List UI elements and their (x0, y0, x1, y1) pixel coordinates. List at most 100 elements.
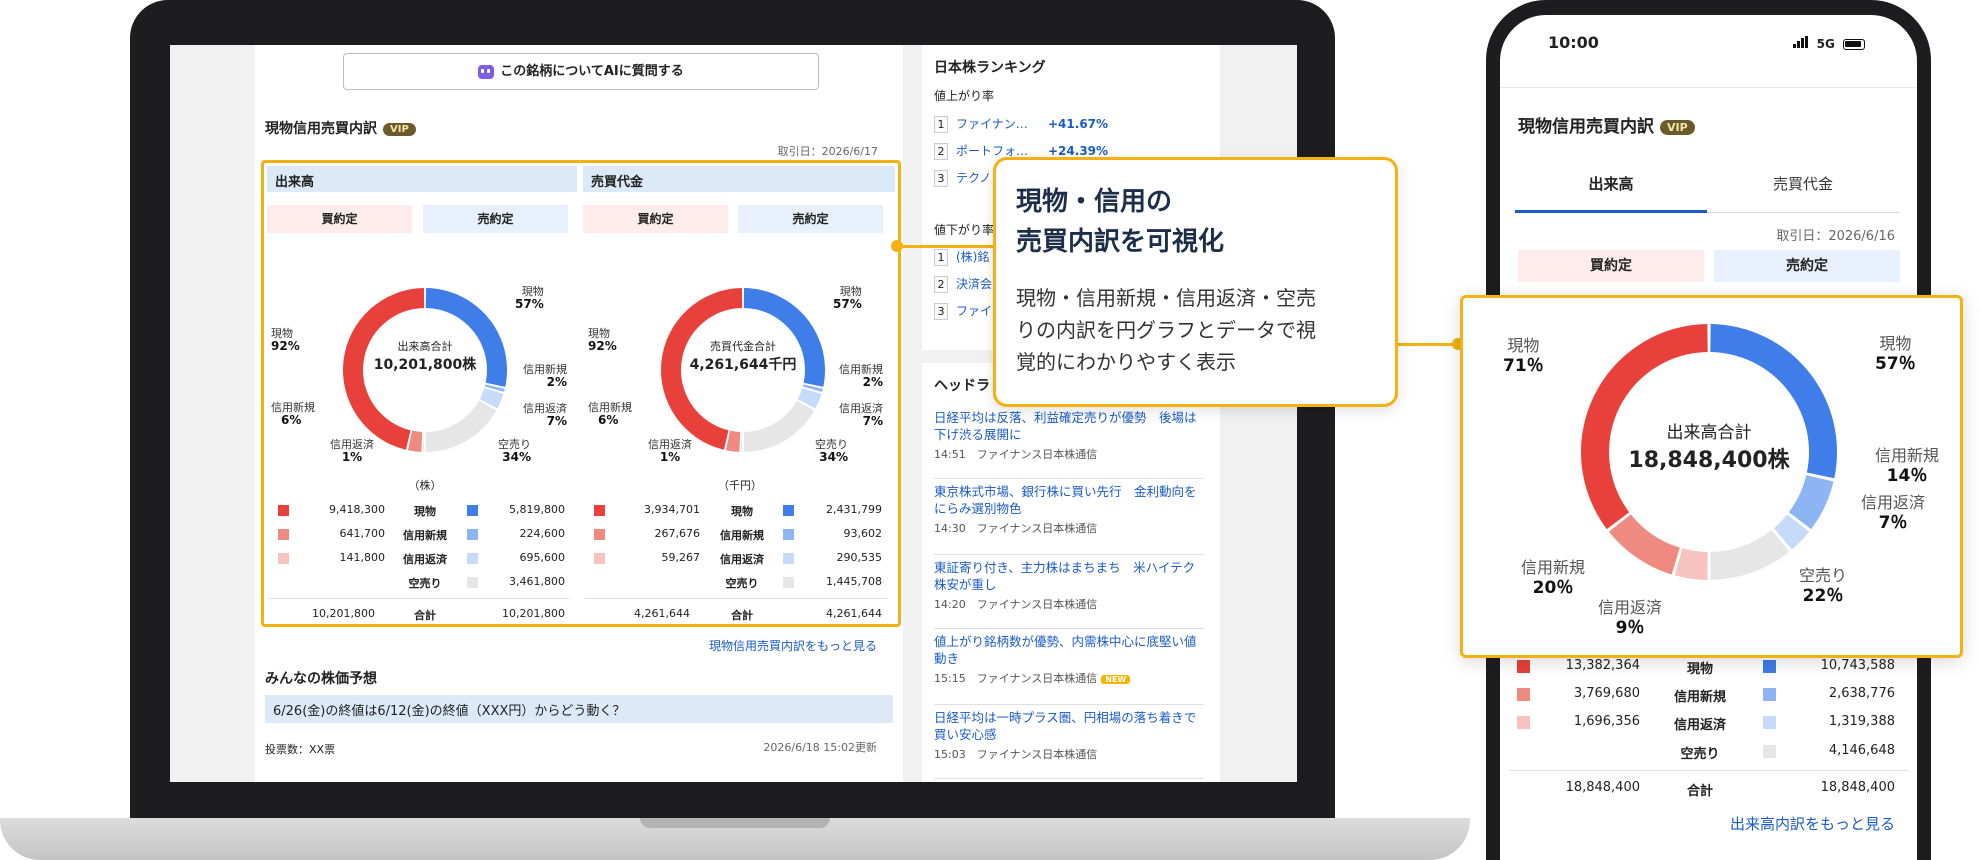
legend-buy-spot (1517, 660, 1530, 673)
legend-sell-repay (783, 553, 794, 564)
headline-item[interactable]: 東京株式市場、銀行株に買い先行 金利動向をにらみ選別物色 14:30 ファイナン… (934, 483, 1204, 555)
phone-row-repay-sell: 1,319,388 (1828, 714, 1895, 729)
value-right-label-spot: 現物 57% (833, 285, 862, 311)
legend-sell-spot (783, 505, 794, 516)
ranking-up-item-3[interactable]: 3 テクノ (934, 169, 991, 187)
volume-total-sell: 10,201,800 (502, 607, 565, 620)
forecast-updated: 2026/6/18 15:02更新 (763, 741, 877, 754)
callout-connector-line (896, 245, 993, 248)
sell-segment-4 (743, 400, 815, 452)
headline-meta: 15:15 ファイナンス日本株通信 NEW (934, 670, 1204, 686)
ranking-down-item-3[interactable]: 3 ファイ (934, 302, 992, 320)
zoom-left-label-spot: 現物 71％ (1503, 336, 1544, 376)
callout-connector-dot (891, 240, 903, 252)
legend-sell-spot (467, 505, 478, 516)
zoom-right-label-repay: 信用返済 7％ (1861, 493, 1926, 533)
phone-tab-value[interactable]: 売買代金 (1707, 173, 1899, 213)
phone-row-short-label: 空売り (1680, 747, 1720, 762)
trade-date: 取引日：2026/6/17 (777, 145, 878, 158)
value-unit: （千円） (718, 479, 762, 492)
value-row-short-sell: 1,445,708 (826, 575, 882, 588)
phone-more-link[interactable]: 出来高内訳をもっと見る (1730, 813, 1895, 834)
ai-question-button[interactable]: この銘柄についてAIに質問する (343, 53, 819, 90)
legend-sell-short (783, 577, 794, 588)
sell-segment-4 (1710, 529, 1790, 580)
ranking-down-label: 値下がり率 (934, 223, 995, 237)
buy-segment-2 (407, 430, 423, 452)
headlines-title: ヘッドラ (934, 378, 990, 394)
callout-body-line2: りの内訳を円グラフとデータで視 (1016, 318, 1316, 342)
value-row-spot-buy: 3,934,701 (644, 503, 700, 516)
vote-count: 投票数：XX票 (265, 743, 336, 756)
value-row-spot-sell: 2,431,799 (826, 503, 882, 516)
breakdown-more-link[interactable]: 現物信用売買内訳をもっと見る (709, 637, 877, 654)
section-title-text: 現物信用売買内訳 (265, 121, 377, 137)
volume-right-label-repay: 信用返済 7% (523, 402, 567, 428)
value-row-short-label: 空売り (725, 577, 759, 590)
vip-badge: VIP (383, 122, 416, 136)
callout-body-line3: 覚的にわかりやすく表示 (1016, 350, 1236, 374)
zoom-left-label-repay: 信用返済 9％ (1598, 598, 1663, 638)
phone-row-new-sell: 2,638,776 (1828, 686, 1895, 701)
headline-text: 東証寄り付き、主力株はまちまち 米ハイテク株安が重し (934, 560, 1196, 592)
value-buy-tab[interactable]: 買約定 (583, 205, 728, 233)
forecast-question[interactable]: 6/26(金)の終値は6/12(金)の終値（XXX円）からどう動く？ (265, 695, 893, 723)
ai-robot-icon (478, 64, 495, 79)
volume-sell-tab[interactable]: 売約定 (423, 205, 568, 233)
ranking-up-item-1[interactable]: 1 ファイナン… +41.67% (934, 115, 1108, 133)
zoom-right-label-spot: 現物 57％ (1875, 334, 1916, 374)
headline-item[interactable]: 日経平均は反落、利益確定売りが優勢 後場は下げ渋る展開に 14:51 ファイナン… (934, 409, 1204, 479)
headline-meta: 14:51 ファイナンス日本株通信 (934, 448, 1098, 461)
volume-right-label-new: 信用新規 2% (523, 363, 567, 389)
value-total-sell: 4,261,644 (826, 607, 882, 620)
callout-body: 現物・信用新規・信用返済・空売 りの内訳を円グラフとデータで視 覚的にわかりやす… (1016, 282, 1316, 378)
status-icons: 5G (1793, 36, 1865, 51)
volume-row-repay-buy: 141,800 (339, 551, 386, 564)
volume-row-spot-label: 現物 (414, 505, 436, 518)
headline-meta: 15:03 ファイナンス日本株通信 (934, 748, 1098, 761)
headline-text: 日経平均は一時プラス圏、円相場の落ち着きで買い安心感 (934, 710, 1197, 742)
value-center-label: 売買代金合計 (710, 340, 776, 353)
legend-buy-new (278, 529, 289, 540)
phone-tab-volume[interactable]: 出来高 (1515, 173, 1707, 213)
phone-section-title: 現物信用売買内訳 VIP (1518, 112, 1695, 137)
phone-buy-tab[interactable]: 買約定 (1518, 250, 1704, 282)
headline-item[interactable]: 値上がり銘柄数が優勢、内需株中心に底堅い値動き 15:15 ファイナンス日本株通… (934, 633, 1204, 705)
vip-badge: VIP (1660, 119, 1695, 135)
value-row-new-label: 信用新規 (720, 529, 764, 542)
volume-right-label-spot: 現物 57% (515, 285, 544, 311)
zoom-right-label-new: 信用新規 14％ (1875, 446, 1940, 486)
value-left-label-spot: 現物 92% (588, 327, 617, 353)
buy-segment-3 (741, 431, 743, 452)
headline-item[interactable]: 東証寄り付き、主力株はまちまち 米ハイテク株安が重し 14:20 ファイナンス日… (934, 559, 1204, 629)
laptop-screen: この銘柄についてAIに質問する 現物信用売買内訳 VIP 取引日：2026/6/1… (170, 45, 1297, 782)
phone-total-buy: 18,848,400 (1565, 780, 1640, 795)
legend-buy-repay (1517, 716, 1530, 729)
volume-left-label-spot: 現物 92% (271, 327, 300, 353)
phone-total-sell: 18,848,400 (1820, 780, 1895, 795)
value-right-label-new: 信用新規 2% (839, 363, 883, 389)
phone-sell-tab[interactable]: 売約定 (1714, 250, 1900, 282)
headline-item[interactable]: 日経平均は一時プラス圏、円相場の落ち着きで買い安心感 15:03 ファイナンス日… (934, 709, 1204, 779)
volume-buy-tab[interactable]: 買約定 (267, 205, 412, 233)
value-row-new-buy: 267,676 (654, 527, 701, 540)
value-sell-tab[interactable]: 売約定 (738, 205, 883, 233)
buy-segment-2 (1608, 514, 1680, 575)
phone-header-divider (1500, 87, 1917, 88)
volume-left-label-new: 信用新規 6% (271, 401, 315, 427)
headlines-panel: ヘッドラ 日経平均は反落、利益確定売りが優勢 後場は下げ渋る展開に 14:51 … (922, 363, 1220, 782)
buy-segment-3 (423, 431, 425, 452)
legend-buy-spot (594, 505, 605, 516)
legend-sell-spot (1763, 660, 1776, 673)
value-row-repay-sell: 290,535 (836, 551, 883, 564)
legend-buy-new (594, 529, 605, 540)
ranking-down-item-1[interactable]: 1 (株)銘 (934, 248, 989, 266)
phone-row-spot-sell: 10,743,588 (1820, 658, 1895, 673)
value-left-label-new: 信用新規 6% (588, 401, 632, 427)
zoomed-donut-panel: 出来高合計 18,848,400株 現物 71％ 信用新規 20％ 信用返済 9％ 現… (1460, 295, 1963, 658)
headline-meta: 14:20 ファイナンス日本株通信 (934, 598, 1098, 611)
ranking-down-item-2[interactable]: 2 決済会 (934, 275, 992, 293)
signal-icon (1793, 36, 1809, 51)
volume-unit: （株） (408, 479, 442, 492)
legend-sell-repay (1763, 716, 1776, 729)
